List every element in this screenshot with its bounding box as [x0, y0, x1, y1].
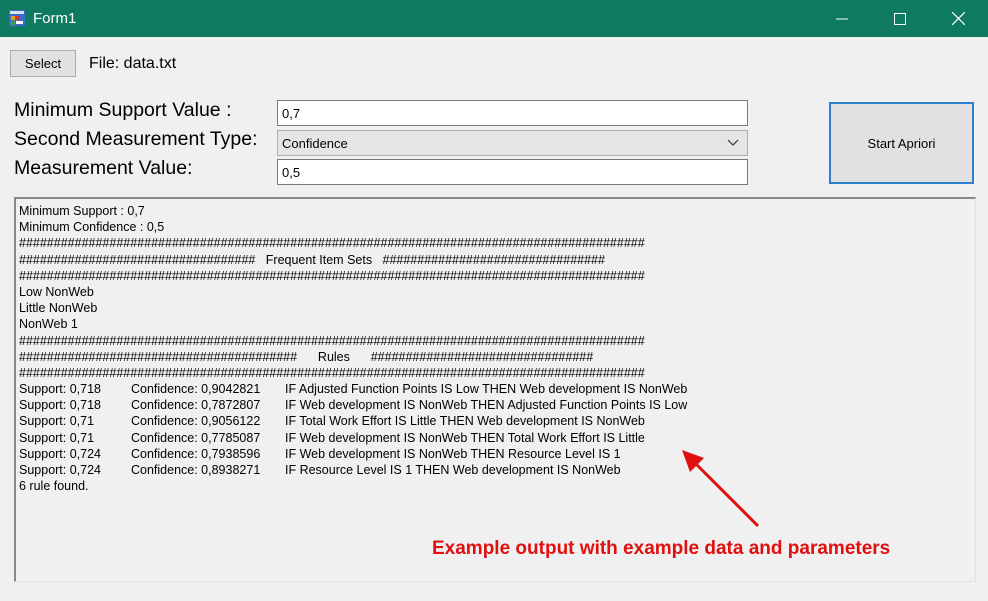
window-title: Form1 — [33, 10, 77, 27]
output-line: ########################################… — [19, 236, 645, 251]
min-support-input[interactable]: 0,7 — [277, 100, 748, 126]
file-name-label: File: data.txt — [89, 55, 177, 72]
measurement-type-label: Second Measurement Type: — [14, 128, 258, 150]
measurement-type-select[interactable]: Confidence — [277, 130, 748, 156]
rule-row: Support: 0,718 Confidence: 0,7872807 IF … — [19, 397, 972, 413]
chevron-down-icon — [727, 139, 739, 146]
output-line: ########################################… — [19, 349, 594, 364]
rule-confidence: Confidence: 0,8938271 — [131, 463, 261, 477]
rule-text: IF Web development IS NonWeb THEN Adjust… — [285, 398, 688, 413]
select-file-button[interactable]: Select — [10, 50, 76, 77]
rule-confidence: Confidence: 0,9042821 — [131, 382, 261, 397]
rule-support: Support: 0,724 — [19, 463, 102, 477]
minimize-button[interactable] — [813, 0, 871, 37]
output-line: Low NonWeb — [19, 284, 94, 299]
close-button[interactable] — [929, 0, 987, 37]
output-line: NonWeb 1 — [19, 317, 78, 332]
rule-text: IF Total Work Effort IS Little THEN Web … — [285, 414, 645, 429]
measurement-type-selected: Confidence — [282, 136, 348, 151]
output-textbox[interactable]: Minimum Support : 0,7 Minimum Confidence… — [14, 197, 976, 582]
rule-text: IF Adjusted Function Points IS Low THEN … — [285, 382, 688, 397]
rule-support: Support: 0,71 — [19, 414, 95, 429]
annotation-caption: Example output with example data and par… — [432, 538, 891, 559]
rule-row: Support: 0,724 Confidence: 0,7938596 IF … — [19, 446, 972, 462]
rule-confidence: Confidence: 0,7872807 — [131, 398, 261, 413]
output-line: ################################## Frequ… — [19, 252, 605, 267]
output-line: Minimum Support : 0,7 — [19, 204, 145, 218]
maximize-icon — [894, 12, 906, 25]
rule-row: Support: 0,718 Confidence: 0,9042821 IF … — [19, 381, 972, 397]
title-bar: Form1 — [0, 0, 988, 37]
rule-support: Support: 0,724 — [19, 446, 102, 461]
min-support-label: Minimum Support Value : — [14, 99, 232, 121]
output-line: Minimum Confidence : 0,5 — [19, 220, 165, 235]
measurement-value-input[interactable]: 0,5 — [277, 159, 748, 185]
rule-count-line: 6 rule found. — [19, 479, 89, 494]
close-icon — [951, 12, 965, 25]
rule-text: IF Web development IS NonWeb THEN Total … — [285, 430, 645, 445]
output-line: Little NonWeb — [19, 301, 98, 316]
app-icon — [9, 10, 25, 26]
rule-support: Support: 0,71 — [19, 430, 95, 445]
measurement-value-label: Measurement Value: — [14, 157, 193, 179]
rule-confidence: Confidence: 0,7938596 — [131, 446, 261, 461]
rule-text: IF Resource Level IS 1 THEN Web developm… — [285, 463, 621, 477]
rule-confidence: Confidence: 0,9056122 — [131, 414, 261, 429]
rule-row: Support: 0,71 Confidence: 0,9056122 IF T… — [19, 413, 972, 429]
output-line: ########################################… — [19, 268, 645, 283]
output-line: ########################################… — [19, 365, 645, 380]
maximize-button[interactable] — [871, 0, 929, 37]
minimize-icon — [836, 18, 848, 19]
rule-support: Support: 0,718 — [19, 382, 102, 397]
start-apriori-button[interactable]: Start Apriori — [829, 102, 974, 184]
rule-text: IF Web development IS NonWeb THEN Resour… — [285, 446, 621, 461]
output-line: ########################################… — [19, 333, 645, 348]
rule-row: Support: 0,71 Confidence: 0,7785087 IF W… — [19, 430, 972, 446]
annotation-arrow — [682, 450, 760, 528]
rule-confidence: Confidence: 0,7785087 — [131, 430, 261, 445]
rule-support: Support: 0,718 — [19, 398, 102, 413]
rule-row: Support: 0,724 Confidence: 0,8938271 IF … — [19, 462, 972, 478]
